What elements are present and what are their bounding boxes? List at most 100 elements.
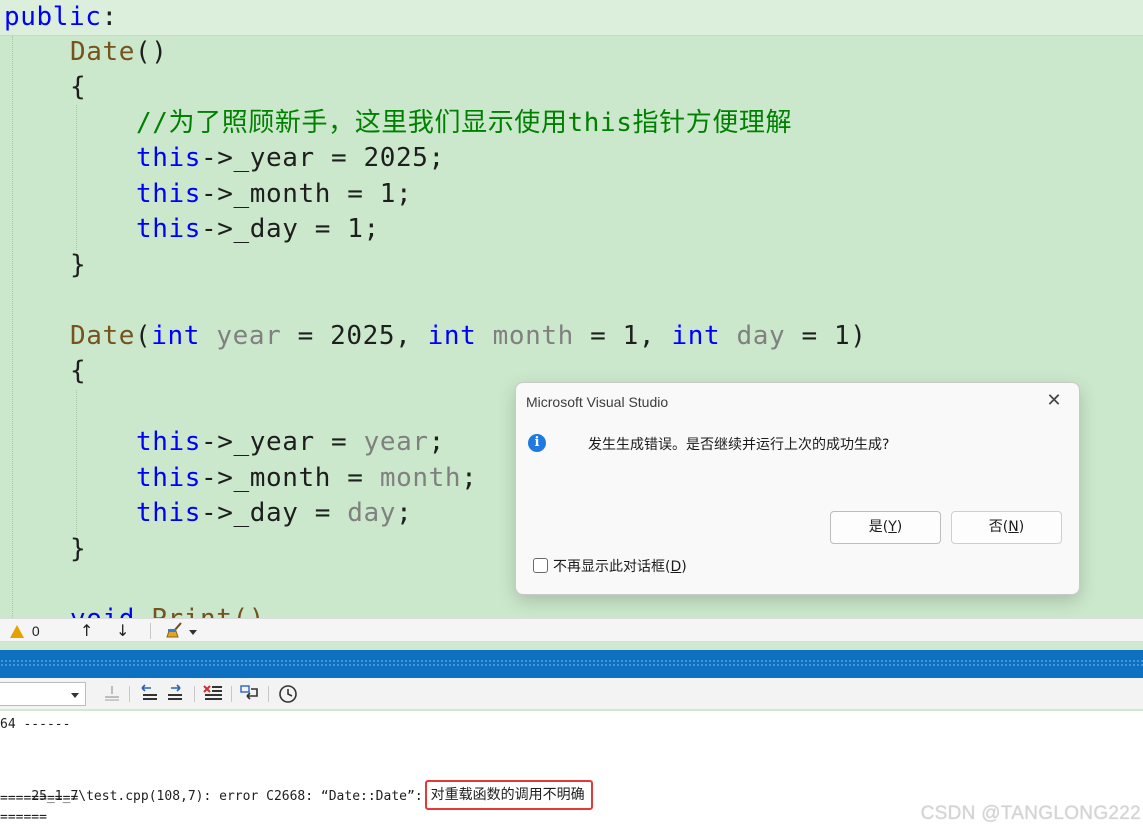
code-line-brace-close: } <box>70 532 86 567</box>
param-month: month <box>492 321 574 351</box>
code-line-month-b: this->_month = month; <box>136 461 477 496</box>
toggle-word-wrap-button[interactable] <box>239 684 261 704</box>
warning-count: 0 <box>31 623 40 639</box>
code-line-ctor1: Date() <box>70 35 168 70</box>
keyword-this: this <box>136 179 202 209</box>
keyword-this: this <box>136 143 202 173</box>
function-name: Date <box>70 37 136 67</box>
close-button[interactable]: ✕ <box>1043 390 1065 412</box>
code-cleanup-button[interactable] <box>166 621 200 641</box>
go-to-next-message-button[interactable] <box>164 684 186 704</box>
message-dialog: Microsoft Visual Studio ✕ i 发生生成错误。是否继续并… <box>515 382 1080 595</box>
param-day: day <box>347 498 397 528</box>
yes-button[interactable]: 是(Y) <box>830 511 941 544</box>
output-toolbar <box>0 678 1143 710</box>
keyword-public: public <box>4 2 102 32</box>
grip-pattern <box>0 659 1143 668</box>
code-comment: //为了照顾新手，这里我们显示使用this指针方便理解 <box>136 108 793 138</box>
parens: () <box>135 37 168 67</box>
previous-issue-button[interactable]: ↑ <box>80 621 93 641</box>
separator <box>194 686 195 702</box>
code-text: = 1, <box>573 321 672 351</box>
code-line-ctor2: Date(int year = 2025, int month = 1, int… <box>70 319 867 354</box>
param-year: year <box>363 427 429 457</box>
paren: ( <box>135 321 152 351</box>
semicolon: ; <box>428 427 445 457</box>
paren: ) <box>1018 519 1025 535</box>
separator <box>150 623 151 639</box>
checkbox-accelerator: D <box>670 559 682 575</box>
separator <box>268 686 269 702</box>
clear-all-button[interactable] <box>202 684 224 704</box>
error-text: 25_1_7\test.cpp(108,7): error C2668: “Da… <box>31 789 423 804</box>
previous-message-icon <box>141 684 157 700</box>
param-year: year <box>216 321 282 351</box>
keyword-int: int <box>151 321 201 351</box>
checkbox-text: 不再显示此对话框( <box>553 559 671 575</box>
dont-show-again-checkbox[interactable] <box>533 558 548 573</box>
clock-icon <box>279 685 297 703</box>
show-timestamps-button[interactable] <box>277 684 299 704</box>
dialog-message: 发生生成错误。是否继续并运行上次的成功生成? <box>588 437 890 453</box>
code-line-brace-open: { <box>70 70 86 105</box>
highlighted-error-message: 对重载函数的调用不明确 <box>424 780 593 810</box>
brace: { <box>70 356 87 386</box>
code-text: = 2025, <box>281 321 428 351</box>
semicolon: ; <box>396 498 413 528</box>
no-accelerator: N <box>1008 519 1019 535</box>
output-line-error: 25_1_7\test.cpp(108,7): error C2668: “Da… <box>0 751 593 810</box>
keyword-int: int <box>427 321 477 351</box>
no-button[interactable]: 否(N) <box>951 511 1062 544</box>
warning-indicator[interactable]: 0 <box>10 621 40 641</box>
current-line-highlight <box>0 0 1143 36</box>
no-label: 否( <box>988 519 1009 535</box>
find-message-button[interactable] <box>101 684 123 704</box>
warning-icon <box>10 625 24 638</box>
code-line-public: public: <box>4 0 118 35</box>
close-icon: ✕ <box>1046 390 1062 411</box>
param-day: day <box>736 321 786 351</box>
output-line: 64 ------ <box>0 717 71 732</box>
editor-status-strip: 0 ↑ ↓ <box>0 618 1143 642</box>
chevron-down-icon <box>71 693 79 698</box>
chevron-down-icon <box>189 630 197 635</box>
indent-guide <box>76 105 77 250</box>
broom-icon <box>166 622 182 638</box>
yes-label: 是( <box>868 519 889 535</box>
next-message-icon <box>168 684 182 700</box>
code-text: ->_day = <box>201 498 348 528</box>
output-line: ====== <box>0 810 47 825</box>
info-icon: i <box>528 434 546 452</box>
keyword-this: this <box>136 498 202 528</box>
code-text: = 1) <box>785 321 867 351</box>
keyword-void: void <box>70 604 135 618</box>
colon: : <box>101 2 118 32</box>
code-line-day-b: this->_day = day; <box>136 496 412 531</box>
output-source-select[interactable] <box>0 682 86 706</box>
go-to-previous-message-button[interactable] <box>138 684 160 704</box>
indent-guide <box>12 36 13 618</box>
code-line-year-b: this->_year = year; <box>136 425 445 460</box>
code-text: ->_month = 1; <box>201 179 413 209</box>
brace: } <box>70 534 87 564</box>
code-line-year-a: this->_year = 2025; <box>136 141 445 176</box>
output-panel-header[interactable] <box>0 650 1143 678</box>
next-issue-button[interactable]: ↓ <box>116 621 129 641</box>
output-line: ========== <box>0 791 79 806</box>
code-line-brace-open: { <box>70 354 86 389</box>
dialog-title: Microsoft Visual Studio <box>526 394 669 410</box>
keyword-int: int <box>671 321 721 351</box>
dont-show-again-label[interactable]: 不再显示此对话框(D) <box>553 556 687 576</box>
code-line-print-partial: void Print() <box>70 602 265 618</box>
separator <box>129 686 130 702</box>
code-line-comment: //为了照顾新手，这里我们显示使用this指针方便理解 <box>136 106 792 141</box>
paren: ) <box>681 559 687 575</box>
code-line-month-a: this->_month = 1; <box>136 177 412 212</box>
find-message-icon <box>105 686 119 701</box>
keyword-this: this <box>136 427 202 457</box>
brace: { <box>70 72 87 102</box>
separator <box>231 686 232 702</box>
paren: ) <box>896 519 903 535</box>
code-text: ->_month = <box>201 463 380 493</box>
param-month: month <box>379 463 462 493</box>
